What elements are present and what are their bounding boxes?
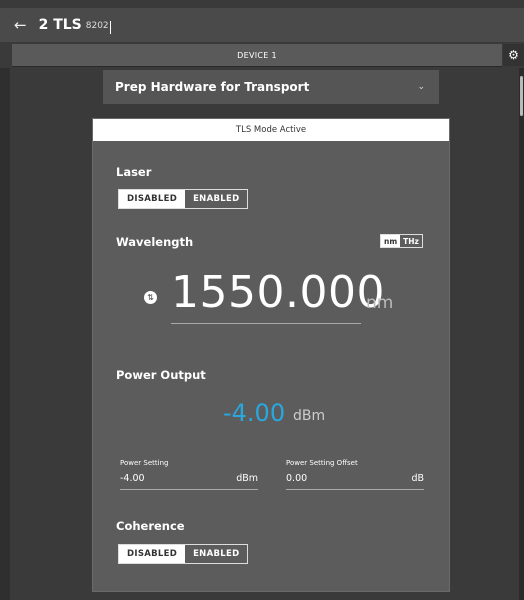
wavelength-underline [171,323,361,324]
app-header: ← 2 TLS 8202 [0,8,524,42]
power-setting-field[interactable]: Power Setting -4.00 dBm [120,459,258,490]
power-output-label: Power Output [116,368,206,382]
power-offset-label: Power Setting Offset [286,459,358,467]
wavelength-info-icon[interactable]: ⇅ [144,291,157,304]
power-output-unit: dBm [293,408,326,424]
page-subtitle[interactable]: 8202 [86,21,109,31]
power-offset-underline [286,489,424,490]
power-offset-field[interactable]: Power Setting Offset 0.00 dB [286,459,424,490]
panel-header: TLS Mode Active [93,119,449,141]
laser-disabled-button[interactable]: DISABLED [119,190,186,208]
power-setting-underline [120,489,258,490]
unit-nm-button[interactable]: nm [381,235,401,247]
wavelength-value[interactable]: 1550.000 [171,267,385,318]
unit-thz-button[interactable]: THz [400,235,422,247]
left-gutter [0,68,10,600]
coherence-toggle: DISABLED ENABLED [118,544,249,564]
gear-icon[interactable]: ⚙ [503,44,524,66]
page-title: 2 TLS [38,17,82,33]
device-tab[interactable]: DEVICE 1 [12,44,502,67]
coherence-label: Coherence [116,519,185,533]
coherence-enabled-button[interactable]: ENABLED [185,545,248,563]
procedure-label: Prep Hardware for Transport [115,80,310,94]
scrollbar[interactable] [519,68,524,600]
power-setting-label: Power Setting [120,459,169,467]
procedure-dropdown[interactable]: Prep Hardware for Transport ⌄ [103,70,439,104]
tls-panel: TLS Mode Active Laser DISABLED ENABLED W… [92,118,450,592]
arrow-left-icon[interactable]: ← [14,16,27,34]
wavelength-unit-toggle: nm THz [380,234,423,248]
laser-enabled-button[interactable]: ENABLED [185,190,248,208]
coherence-disabled-button[interactable]: DISABLED [119,545,186,563]
text-cursor [109,20,111,34]
wavelength-label: Wavelength [116,235,194,249]
chevron-down-icon[interactable]: ⌄ [417,82,425,92]
laser-toggle: DISABLED ENABLED [118,189,249,209]
power-setting-value[interactable]: -4.00 [120,473,145,484]
power-offset-value[interactable]: 0.00 [286,473,307,484]
wavelength-unit: nm [366,293,394,313]
scrollbar-thumb[interactable] [520,76,523,116]
power-offset-unit: dB [411,473,424,484]
power-output-value: -4.00 [223,399,286,427]
power-setting-unit: dBm [236,473,258,484]
laser-label: Laser [116,165,152,179]
